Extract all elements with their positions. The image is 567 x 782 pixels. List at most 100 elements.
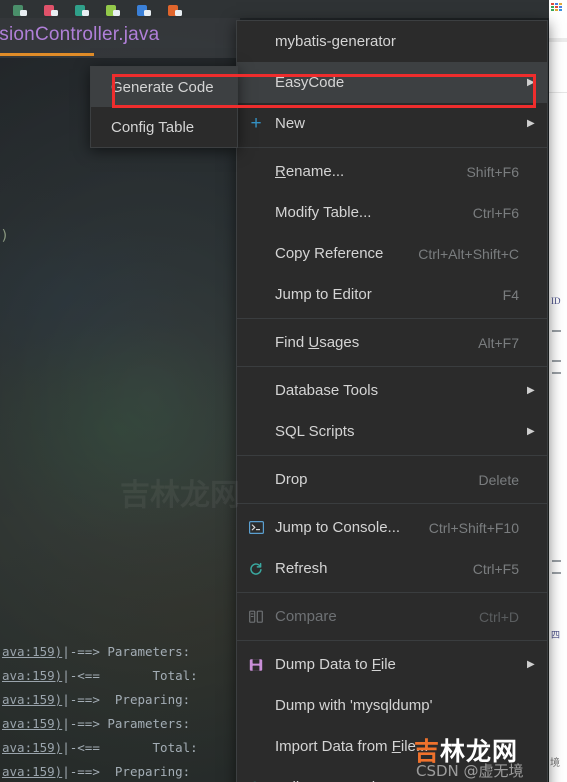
vcs-update-icon[interactable]	[12, 4, 29, 18]
main-toolbar[interactable]	[0, 0, 567, 18]
console-log-link[interactable]: ava:159)	[2, 764, 62, 779]
console-icon	[245, 520, 267, 536]
chevron-right-icon: ▶	[527, 118, 535, 129]
plus-icon: +	[250, 113, 262, 134]
console-log-line[interactable]: ava:159)|-==> Preparing:	[0, 760, 236, 782]
menu-item-shortcut: F4	[502, 286, 519, 303]
no-icon	[245, 698, 267, 714]
debug-icon[interactable]	[74, 4, 91, 18]
menu-item-label: Dump with 'mysqldump'	[275, 697, 433, 714]
no-icon	[245, 424, 267, 440]
menu-item-shortcut: Shift+F6	[466, 163, 519, 180]
chevron-right-icon: ▶	[527, 77, 535, 88]
console-log-link[interactable]: ava:159)	[2, 692, 62, 707]
menu-item-label: Copy Reference	[275, 245, 384, 262]
menu-item-shortcut: Ctrl+F6	[472, 204, 519, 221]
document-text-fragment-3: 境	[550, 758, 560, 769]
menu-item-label: Generate Code	[111, 78, 214, 96]
no-icon	[245, 164, 267, 180]
editor-tab-label[interactable]: ersionController.java	[0, 24, 159, 46]
menu-item-label: SQL Scripts	[275, 423, 355, 440]
watermark-credit: CSDN @虚无境	[416, 762, 524, 780]
document-logo-icon	[551, 3, 562, 12]
menu-item-modify-table[interactable]: Modify Table... Ctrl+F6	[237, 192, 547, 233]
menu-item-label: EasyCode	[275, 74, 345, 91]
screenshot-root: ersionController.java ") 吉林龙网 ava:159)|-…	[0, 0, 567, 782]
submenu-item-config-table[interactable]: Config Table	[91, 107, 237, 147]
no-icon	[245, 739, 267, 755]
console-log-line[interactable]: ava:159)|-<== Total:	[0, 736, 236, 760]
menu-item-database-tools[interactable]: Database Tools ▶	[237, 370, 547, 411]
submenu-item-generate-code[interactable]: Generate Code	[91, 67, 237, 107]
easycode-submenu[interactable]: Generate Code Config Table	[90, 66, 238, 148]
menu-item-label: Find Usages	[275, 334, 360, 351]
console-log-link[interactable]: ava:159)	[2, 740, 62, 755]
menu-item-mybatis-generator[interactable]: mybatis-generator	[237, 21, 547, 62]
menu-item-jump-to-editor[interactable]: Jump to Editor F4	[237, 274, 547, 315]
no-icon	[245, 335, 267, 351]
no-icon	[245, 472, 267, 488]
coverage-icon[interactable]	[105, 4, 122, 18]
no-icon	[245, 205, 267, 221]
commit-icon[interactable]	[136, 4, 153, 18]
menu-item-label: Compare	[275, 608, 337, 625]
console-log-line[interactable]: ava:159)|-==> Parameters:	[0, 712, 236, 736]
run-icon[interactable]	[43, 4, 60, 18]
menu-item-shortcut: Delete	[478, 471, 519, 488]
right-document-panel[interactable]: ID 四 境	[549, 0, 567, 782]
menu-item-copy-reference[interactable]: Copy Reference Ctrl+Alt+Shift+C	[237, 233, 547, 274]
menu-item-jump-to-console[interactable]: Jump to Console... Ctrl+Shift+F10	[237, 507, 547, 548]
no-icon	[245, 34, 267, 50]
menu-item-find-usages[interactable]: Find Usages Alt+F7	[237, 322, 547, 363]
console-log-line[interactable]: ava:159)|-==> Preparing:	[0, 688, 236, 712]
menu-item-sql-scripts[interactable]: SQL Scripts ▶	[237, 411, 547, 452]
menu-item-label: Refresh	[275, 560, 328, 577]
menu-item-new[interactable]: + New ▶	[237, 103, 547, 144]
menu-item-shortcut: Ctrl+Shift+F10	[428, 519, 519, 536]
rollback-icon[interactable]	[167, 4, 184, 18]
dump-icon	[245, 657, 267, 673]
console-log-link[interactable]: ava:159)	[2, 716, 62, 731]
editor-tab-active-underline	[0, 53, 94, 56]
menu-item-rename[interactable]: Rename... Shift+F6	[237, 151, 547, 192]
console-log-line[interactable]: ava:159)|-<== Total:	[0, 664, 236, 688]
menu-item-compare: Compare Ctrl+D	[237, 596, 547, 637]
no-icon	[245, 75, 267, 91]
compare-icon	[245, 609, 267, 625]
console-log-link[interactable]: ava:159)	[2, 668, 62, 683]
menu-separator	[237, 366, 547, 367]
menu-item-shortcut: Alt+F7	[478, 334, 519, 351]
menu-item-label: Dump Data to File	[275, 656, 396, 673]
menu-item-label: Rename...	[275, 163, 345, 180]
menu-item-shortcut: Ctrl+D	[478, 608, 519, 625]
menu-item-refresh[interactable]: Refresh Ctrl+F5	[237, 548, 547, 589]
console-log-line[interactable]: ava:159)|-==> Parameters:	[0, 640, 236, 664]
menu-separator	[237, 640, 547, 641]
chevron-right-icon: ▶	[527, 385, 535, 396]
console-log-link[interactable]: ava:159)	[2, 644, 62, 659]
chevron-right-icon: ▶	[527, 426, 535, 437]
menu-item-label: Jump to Console...	[275, 519, 401, 536]
menu-item-label: New	[275, 115, 306, 132]
menu-item-drop[interactable]: Drop Delete	[237, 459, 547, 500]
menu-item-label: Drop	[275, 471, 308, 488]
no-icon	[245, 383, 267, 399]
menu-item-shortcut: Ctrl+Alt+Shift+C	[418, 245, 519, 262]
console-log-panel[interactable]: ava:159)|-==> Parameters: ava:159)|-<== T…	[0, 636, 236, 782]
menu-separator	[237, 455, 547, 456]
menu-item-dump-data-to-file[interactable]: Dump Data to File ▶	[237, 644, 547, 685]
editor-code-fragment: ")	[0, 228, 9, 244]
document-text-fragment-2: 四	[551, 630, 561, 640]
menu-item-shortcut: Ctrl+F5	[472, 560, 519, 577]
menu-item-easycode[interactable]: EasyCode ▶	[237, 62, 547, 103]
menu-separator	[237, 147, 547, 148]
refresh-icon	[245, 561, 267, 577]
table-context-menu[interactable]: mybatis-generator EasyCode ▶ + New ▶ Rename...…	[236, 20, 548, 782]
menu-item-label: Modify Table...	[275, 204, 372, 221]
document-text-fragment: ID	[551, 296, 561, 306]
menu-separator	[237, 592, 547, 593]
menu-separator	[237, 318, 547, 319]
menu-item-label: Database Tools	[275, 382, 379, 399]
chevron-right-icon: ▶	[527, 659, 535, 670]
menu-item-dump-with-mysqldump[interactable]: Dump with 'mysqldump'	[237, 685, 547, 726]
